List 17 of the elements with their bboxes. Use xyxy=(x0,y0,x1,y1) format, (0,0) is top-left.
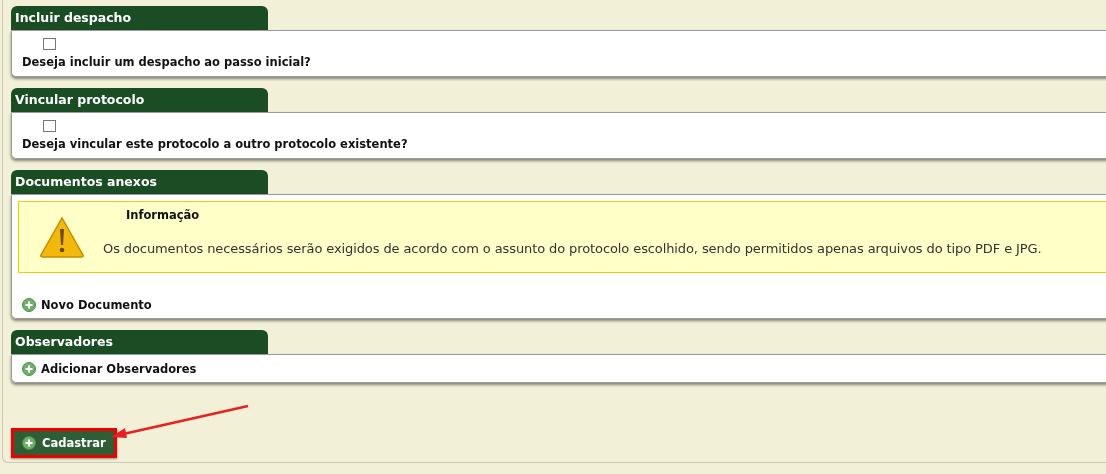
alert-message: Os documentos necessários serão exigidos de acordo com o assunto do protocolo escolhido, sendo permitidos apenas arquivos do tipo PDF e JPG. xyxy=(103,241,1042,256)
question-label: Deseja incluir um despacho ao passo inicial? xyxy=(22,55,312,69)
checkbox[interactable] xyxy=(43,38,56,50)
section-header: Documentos anexos xyxy=(11,170,268,194)
checkbox[interactable] xyxy=(43,120,56,132)
new-document-link[interactable]: Novo Documento xyxy=(22,298,152,312)
register-button[interactable]: Cadastrar xyxy=(11,428,117,458)
alert-title: Informação xyxy=(126,208,201,222)
section-header: Incluir despacho xyxy=(11,6,268,30)
section-header: Observadores xyxy=(11,330,268,354)
section-header: Vincular protocolo xyxy=(11,88,268,112)
warning-icon xyxy=(39,216,85,258)
plus-icon xyxy=(22,436,36,450)
add-observers-link[interactable]: Adicionar Observadores xyxy=(22,361,197,376)
plus-icon xyxy=(22,298,36,312)
plus-icon xyxy=(22,361,36,376)
question-label: Deseja vincular este protocolo a outro protocolo existente? xyxy=(22,137,409,151)
